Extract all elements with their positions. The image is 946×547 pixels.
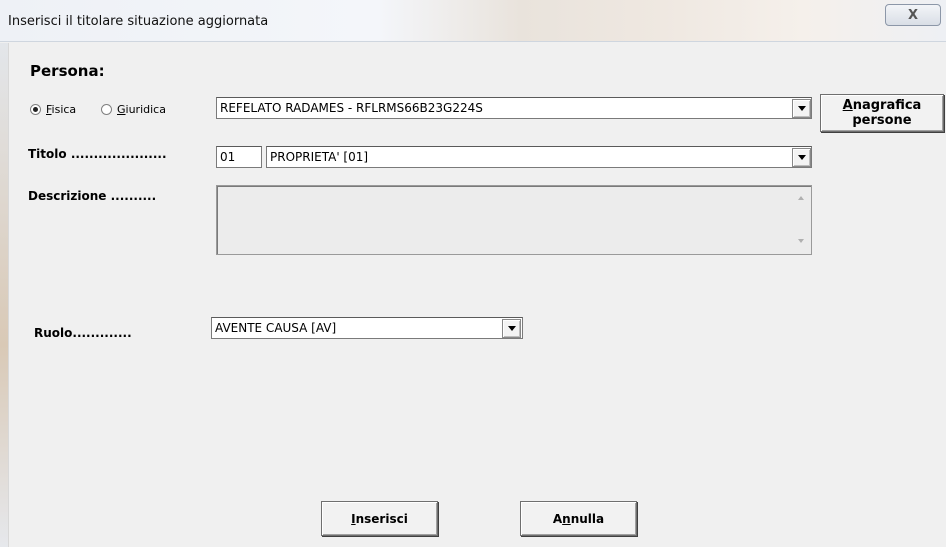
titolo-combo[interactable]: PROPRIETA' [01] xyxy=(266,146,812,168)
close-button[interactable]: X xyxy=(885,4,941,26)
scroll-down-icon[interactable] xyxy=(798,239,804,243)
ruolo-label: Ruolo............. xyxy=(34,326,132,340)
window-border xyxy=(0,43,8,547)
titolo-code-value: 01 xyxy=(220,150,236,164)
ruolo-dropdown-button[interactable] xyxy=(502,319,521,338)
ruolo-combo[interactable]: AVENTE CAUSA [AV] xyxy=(211,317,523,339)
radio-giuridica-label: Giuridica xyxy=(117,103,166,116)
radio-selected-icon xyxy=(30,104,41,115)
window-title: Inserisci il titolare situazione aggiorn… xyxy=(8,14,269,29)
persona-dropdown-button[interactable] xyxy=(792,99,811,118)
ruolo-value: AVENTE CAUSA [AV] xyxy=(215,321,337,335)
annulla-button[interactable]: Annulla xyxy=(520,501,637,536)
radio-fisica[interactable]: Fisica xyxy=(30,103,76,116)
descrizione-scrollbar[interactable] xyxy=(792,186,811,254)
titolo-label: Titolo ..................... xyxy=(28,147,167,161)
inserisci-label: Inserisci xyxy=(351,511,408,526)
anagrafica-persone-button[interactable]: Anagrafica persone xyxy=(820,94,944,132)
scroll-up-icon[interactable] xyxy=(798,196,804,200)
annulla-label: Annulla xyxy=(552,511,605,526)
titolo-value: PROPRIETA' [01] xyxy=(270,150,369,164)
chevron-down-icon xyxy=(797,106,806,111)
chevron-down-icon xyxy=(507,326,516,331)
descrizione-textarea[interactable] xyxy=(216,185,812,255)
anagrafica-persone-label: Anagrafica persone xyxy=(842,98,922,128)
close-icon: X xyxy=(907,7,919,23)
persona-heading: Persona: xyxy=(30,62,105,80)
radio-giuridica[interactable]: Giuridica xyxy=(101,103,166,116)
radio-fisica-label: Fisica xyxy=(46,103,77,116)
titolo-code-field[interactable]: 01 xyxy=(216,146,262,168)
titolo-dropdown-button[interactable] xyxy=(792,148,811,167)
chevron-down-icon xyxy=(797,155,806,160)
persona-value: REFELATO RADAMES - RFLRMS66B23G224S xyxy=(220,101,483,115)
radio-unselected-icon xyxy=(101,104,112,115)
inserisci-button[interactable]: Inserisci xyxy=(321,501,438,536)
persona-combo[interactable]: REFELATO RADAMES - RFLRMS66B23G224S xyxy=(216,97,812,119)
descrizione-label: Descrizione .......... xyxy=(28,189,157,203)
